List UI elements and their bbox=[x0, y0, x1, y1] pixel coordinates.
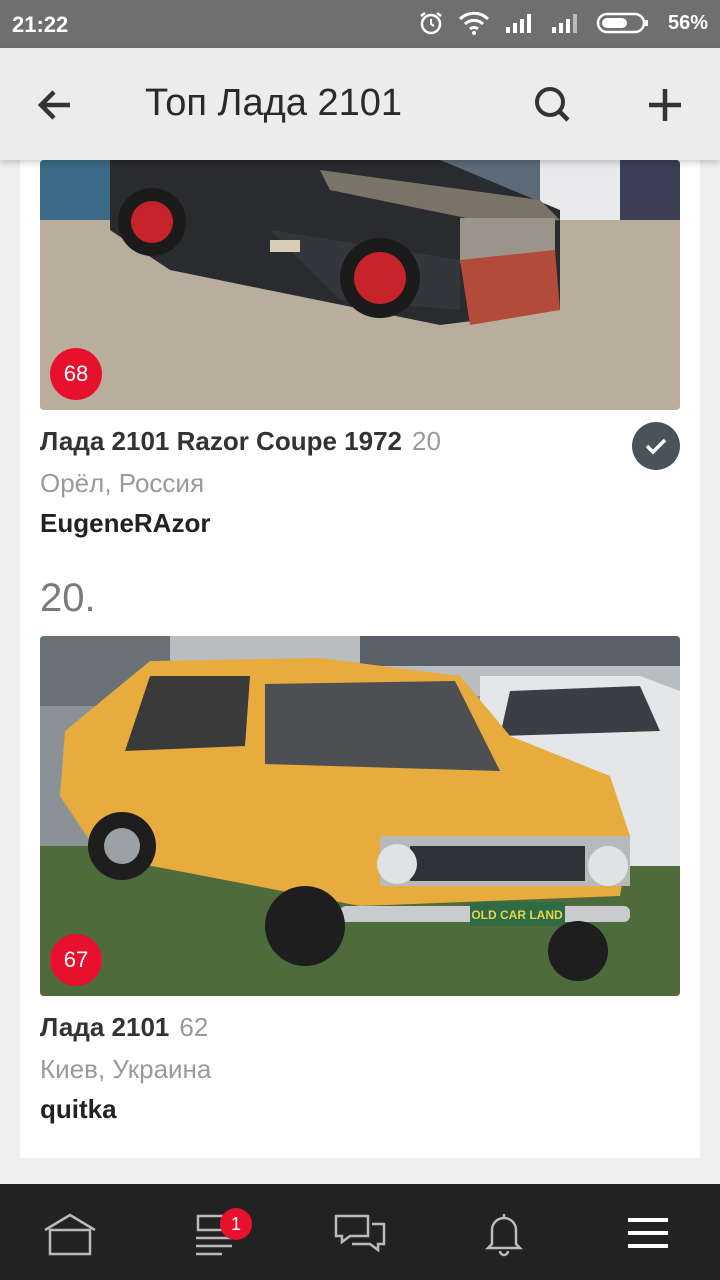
bell-icon bbox=[484, 1214, 524, 1257]
car-location: Киев, Украина bbox=[40, 1054, 212, 1084]
status-bar: 21:22 56% bbox=[0, 0, 720, 48]
alarm-icon bbox=[418, 10, 444, 36]
page-title: Топ Лада 2101 bbox=[145, 82, 402, 124]
back-button[interactable] bbox=[30, 80, 80, 130]
car-count: 62 bbox=[179, 1012, 209, 1042]
rank-heading: 20. bbox=[40, 576, 96, 620]
search-icon bbox=[535, 87, 570, 122]
car-title[interactable]: Лада 2101 Razor Coupe 1972 20 bbox=[40, 426, 441, 457]
status-time: 21:22 bbox=[12, 12, 69, 37]
wifi-icon bbox=[458, 10, 490, 36]
bottom-nav: 1 bbox=[0, 1184, 720, 1280]
car-title-text: Лада 2101 bbox=[40, 1012, 170, 1042]
checkmark-icon bbox=[632, 422, 680, 470]
menu-icon bbox=[628, 1218, 668, 1248]
rank-badge: 67 bbox=[50, 934, 102, 986]
back-arrow-icon bbox=[37, 90, 70, 120]
license-plate-text: OLD CAR LAND bbox=[471, 908, 563, 922]
car-photo-image: OLD CAR LAND bbox=[40, 636, 680, 996]
car-author[interactable]: EugeneRAzor bbox=[40, 508, 210, 539]
car-title[interactable]: Лада 2101 62 bbox=[40, 1012, 208, 1043]
car-photo[interactable]: OLD CAR LAND bbox=[40, 636, 680, 996]
car-author[interactable]: quitka bbox=[40, 1094, 117, 1125]
car-photo[interactable] bbox=[40, 160, 680, 410]
battery-percent: 56% bbox=[667, 11, 708, 34]
car-location: Орёл, Россия bbox=[40, 468, 205, 498]
car-count: 20 bbox=[412, 426, 441, 456]
nav-home[interactable] bbox=[40, 1206, 100, 1260]
nav-menu[interactable] bbox=[618, 1206, 678, 1260]
rating-list: 68 Лада 2101 Razor Coupe 1972 20 Орёл, Ро… bbox=[20, 160, 700, 1158]
search-button[interactable] bbox=[528, 80, 578, 130]
status-icons: 56% bbox=[418, 10, 708, 36]
nav-notifications[interactable] bbox=[474, 1206, 534, 1260]
signal-icon bbox=[504, 11, 536, 35]
battery-icon bbox=[596, 11, 650, 35]
add-button[interactable] bbox=[640, 80, 690, 130]
nav-messages[interactable] bbox=[330, 1206, 390, 1260]
notification-badge: 1 bbox=[220, 1208, 252, 1240]
plus-icon bbox=[649, 89, 681, 121]
car-title-text: Лада 2101 Razor Coupe 1972 bbox=[40, 426, 403, 456]
home-icon bbox=[44, 1213, 96, 1256]
app-bar: Топ Лада 2101 bbox=[0, 48, 720, 160]
messages-icon bbox=[334, 1214, 386, 1253]
signal-icon-2 bbox=[550, 11, 582, 35]
rank-badge: 68 bbox=[50, 348, 102, 400]
car-photo-image bbox=[40, 160, 680, 410]
